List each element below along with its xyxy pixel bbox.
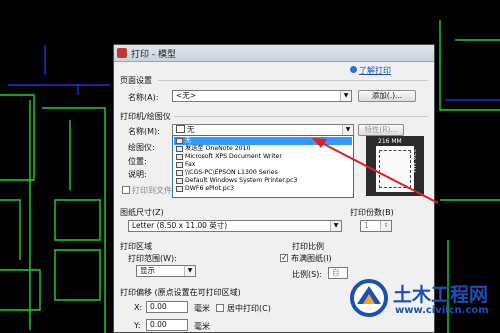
plot-range-label: 打印范围(W): [128, 254, 177, 263]
plot-range-select[interactable]: 显示 ▼ [136, 265, 196, 277]
preview-height-label: 279 MM [409, 149, 416, 173]
fit-to-paper-checkbox[interactable] [280, 253, 288, 262]
printer-dropdown-list[interactable]: 无 发送至 OneNote 2010 Microsoft XPS Documen… [172, 135, 354, 198]
printer-icon [176, 162, 183, 168]
printer-icon [176, 170, 183, 176]
printer-option-label: 无 [185, 137, 192, 144]
center-plot-checkbox[interactable] [216, 304, 224, 312]
printer-option-label: DWF6 ePlot.pc3 [185, 185, 235, 192]
cad-wall-line [0, 199, 21, 260]
cad-wall-line [0, 94, 35, 181]
paper-size-select[interactable]: Letter (8.50 x 11.00 英寸) ▼ [128, 220, 342, 232]
offset-y-label: Y: [134, 321, 141, 330]
scale-label: 比例(S): [292, 270, 323, 279]
page-setup-group-label: 页面设置 [120, 76, 152, 85]
list-item[interactable]: 无 [174, 137, 352, 145]
site-watermark: 土木工程网 www.civilcn.com [345, 272, 500, 333]
chevron-down-icon: ▼ [342, 125, 353, 135]
offset-x-input[interactable]: 0.00 [146, 301, 188, 313]
scale-value: 自 [332, 268, 340, 277]
printer-option-label: \\CGS-PC\EPSON L1300 Series [185, 169, 278, 176]
printable-area [379, 150, 411, 188]
printer-option-label: 发送至 OneNote 2010 [185, 145, 251, 152]
copies-value: 1 [364, 221, 369, 230]
preview-width-label: 216 MM [378, 138, 402, 145]
printer-icon [176, 178, 183, 184]
printer-option-label: Fax [185, 161, 196, 168]
printer-name-label: 名称(M): [128, 127, 160, 136]
plotter-label: 绘图仪: [128, 143, 155, 152]
printer-option-label: Default Windows System Printer.pc3 [185, 177, 298, 184]
chevron-down-icon: ▼ [340, 91, 351, 101]
list-item[interactable]: Microsoft XPS Document Writer [174, 153, 352, 161]
fit-to-paper-label: 布满图纸(I) [291, 254, 332, 263]
offset-y-unit: 毫米 [194, 322, 210, 331]
watermark-url: www.civilcn.com [395, 305, 489, 316]
offset-x-unit: 毫米 [194, 304, 210, 313]
print-to-file-checkbox[interactable] [122, 186, 130, 194]
info-icon [350, 66, 357, 73]
paper-size-value: Letter (8.50 x 11.00 英寸) [132, 221, 228, 230]
plot-area-label: 打印区域 [120, 242, 152, 251]
add-page-setup-button[interactable]: 添加(.)... [358, 90, 416, 102]
page-setup-name-select[interactable]: <无> ▼ [172, 90, 352, 102]
dialog-titlebar[interactable]: 打印 - 模型 [114, 45, 434, 62]
learn-printing-link[interactable]: 了解打印 [350, 65, 391, 76]
cad-wall-line [0, 269, 41, 311]
divider [174, 116, 428, 117]
printer-icon [176, 146, 183, 152]
chevron-down-icon: ▼ [184, 266, 195, 276]
civilcn-logo-icon [350, 279, 388, 317]
center-plot-label: 居中打印(C) [227, 304, 271, 313]
cad-wall-line [54, 199, 101, 241]
printer-icon [176, 138, 183, 144]
description-label: 说明: [128, 170, 147, 179]
plot-offset-label: 打印偏移 (原点设置在可打印区域) [120, 288, 241, 297]
cad-wall-line [439, 20, 500, 111]
offset-y-input[interactable]: 0.00 [146, 319, 188, 331]
printer-icon [176, 154, 183, 160]
list-item[interactable]: 发送至 OneNote 2010 [174, 145, 352, 153]
list-item[interactable]: DWF6 ePlot.pc3 [174, 185, 352, 193]
list-item[interactable]: Fax [174, 161, 352, 169]
copies-label: 打印份数(B) [350, 208, 394, 217]
page-setup-name-value: <无> [176, 91, 197, 100]
chevron-down-icon: ▼ [330, 221, 341, 231]
plot-scale-label: 打印比例 [292, 242, 324, 251]
printer-name-value: 无 [187, 125, 195, 134]
location-label: 位置: [128, 157, 147, 166]
printer-icon [176, 186, 183, 192]
copies-input[interactable]: 1 ⇕ [360, 220, 392, 232]
printer-properties-button[interactable]: 特性(R)... [358, 124, 404, 136]
dialog-title: 打印 - 模型 [131, 50, 176, 60]
list-item[interactable]: \\CGS-PC\EPSON L1300 Series [174, 169, 352, 177]
page-setup-name-label: 名称(A): [128, 93, 159, 102]
watermark-title: 土木工程网 [393, 284, 489, 306]
plot-range-value: 显示 [140, 266, 155, 275]
cad-wall-line [54, 249, 101, 301]
list-item[interactable]: Default Windows System Printer.pc3 [174, 177, 352, 185]
spinner-icon[interactable]: ⇕ [380, 221, 391, 231]
paper-size-label: 图纸尺寸(Z) [120, 208, 164, 217]
divider [158, 80, 428, 81]
offset-x-label: X: [134, 303, 143, 312]
printer-icon [176, 125, 185, 133]
cad-wall-line [42, 107, 106, 333]
learn-printing-label: 了解打印 [359, 66, 391, 75]
autocad-icon [117, 48, 127, 58]
printer-group-label: 打印机/绘图仪 [120, 112, 171, 121]
printer-option-label: Microsoft XPS Document Writer [185, 153, 282, 160]
